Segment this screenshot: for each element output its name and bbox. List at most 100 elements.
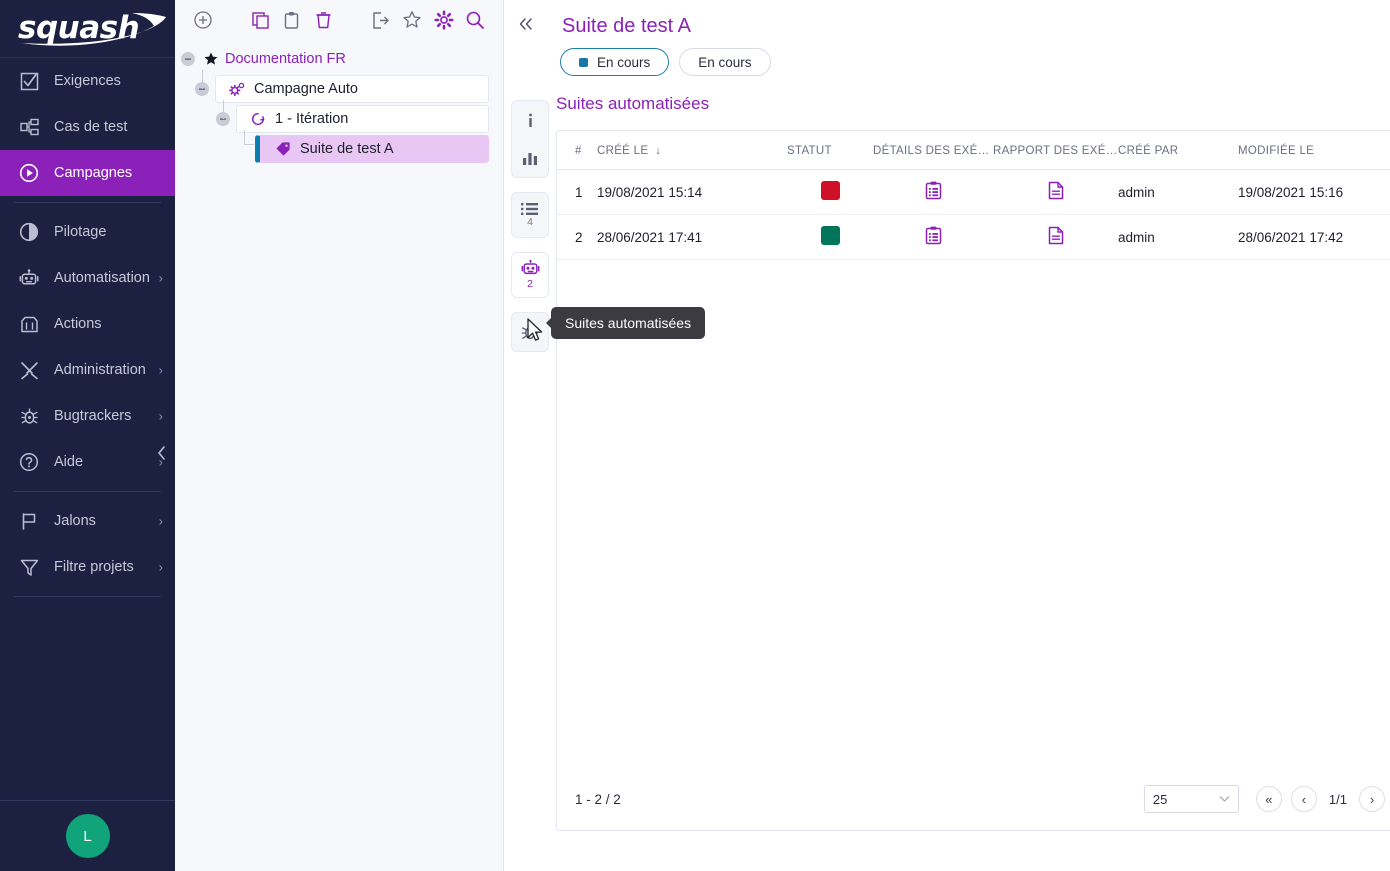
col-status[interactable]: STATUT xyxy=(787,131,873,170)
chevron-right-icon: › xyxy=(158,270,163,286)
sidebar-item-aide[interactable]: Aide › xyxy=(0,439,175,485)
tree-toggle-root[interactable]: − xyxy=(181,52,195,66)
delete-trash-icon-button[interactable] xyxy=(308,5,340,35)
main-content: Suite de test A En cours En cours 4 2 Su… xyxy=(504,0,1390,871)
tree-row[interactable]: − 1 - Itération xyxy=(175,100,503,134)
col-created-label: CRÉÉ LE xyxy=(597,145,649,157)
rail-button-test-list[interactable]: 4 xyxy=(512,193,548,237)
tree-root-row[interactable]: − Documentation FR xyxy=(175,44,503,74)
automated-robot-icon xyxy=(521,260,539,275)
next-page-button[interactable]: › xyxy=(1359,786,1385,812)
sidebar-nav-list: Exigences Cas de test Campagnes Pilotage Aut… xyxy=(0,58,175,597)
sidebar-item-label: Jalons xyxy=(54,513,96,529)
cell-modified: 19/08/2021 15:16 xyxy=(1238,169,1390,215)
sidebar-item-cas-de-test[interactable]: Cas de test xyxy=(0,104,175,150)
star-filled-icon xyxy=(203,51,219,67)
cell-status xyxy=(787,169,873,215)
app-root: squash Exigences Cas de test Campagnes Pilo… xyxy=(0,0,1390,871)
app-logo[interactable]: squash xyxy=(0,0,175,58)
sidebar-item-filtre-projets[interactable]: Filtre projets › xyxy=(0,544,175,590)
cell-details[interactable] xyxy=(873,214,993,260)
copy-icon-button[interactable] xyxy=(244,5,276,35)
table-row[interactable]: 1 19/08/2021 15:14 admin 19/08/2021 15:16 xyxy=(557,169,1390,215)
tree-row[interactable]: − Campagne Auto xyxy=(175,70,503,104)
sidebar-item-actions[interactable]: Actions xyxy=(0,301,175,347)
col-modified[interactable]: MODIFIÉE LE xyxy=(1238,131,1390,170)
chevron-left-icon xyxy=(157,446,165,460)
logo-text: squash xyxy=(18,9,140,46)
tree-node-campagne-auto[interactable]: Campagne Auto xyxy=(215,75,489,103)
star-icon xyxy=(403,11,421,28)
tree-connector xyxy=(223,100,224,119)
add-icon-button[interactable] xyxy=(187,5,219,35)
delete-trash-icon xyxy=(316,11,331,28)
search-icon-button[interactable] xyxy=(460,5,492,35)
col-author[interactable]: CRÉÉ PAR xyxy=(1118,131,1238,170)
status-dot-icon xyxy=(579,57,588,67)
tree-panel: − Documentation FR − Campagne Auto − 1 -… xyxy=(175,0,504,871)
sidebar-item-bugtrackers[interactable]: Bugtrackers › xyxy=(0,393,175,439)
sidebar-item-label: Cas de test xyxy=(54,119,128,135)
panel-collapse-button[interactable] xyxy=(518,16,546,36)
tree-row[interactable]: Suite de test A xyxy=(175,130,503,164)
sidebar-divider xyxy=(14,491,161,492)
sidebar-collapse-button[interactable] xyxy=(150,442,172,464)
sidebar-item-label: Campagnes xyxy=(54,165,133,181)
test-case-tree-icon xyxy=(16,116,42,138)
status-pill-secondary[interactable]: En cours xyxy=(679,48,771,76)
export-icon-button[interactable] xyxy=(365,5,397,35)
rail-count-automated: 2 xyxy=(527,278,533,291)
flag-icon xyxy=(16,510,42,532)
campaign-play-icon xyxy=(16,162,42,184)
actions-icon xyxy=(16,313,42,335)
col-num[interactable]: # xyxy=(557,131,597,170)
tree-node-iteration[interactable]: 1 - Itération xyxy=(236,105,489,133)
funnel-icon xyxy=(16,556,42,578)
col-details[interactable]: DÉTAILS DES EXÉCU... xyxy=(873,131,993,170)
sidebar-item-automatisation[interactable]: Automatisation › xyxy=(0,255,175,301)
rail-button-dashboard[interactable] xyxy=(512,139,548,177)
sort-desc-icon: ↓ xyxy=(651,145,662,157)
sidebar-item-administration[interactable]: Administration › xyxy=(0,347,175,393)
cell-report[interactable] xyxy=(993,169,1118,215)
sidebar-item-label: Automatisation xyxy=(54,270,150,286)
tree-node-suite-de-test-a[interactable]: Suite de test A xyxy=(255,135,489,163)
table-row[interactable]: 2 28/06/2021 17:41 admin 28/06/2021 17:42 xyxy=(557,214,1390,260)
col-created[interactable]: CRÉÉ LE ↓ xyxy=(597,131,787,170)
add-icon xyxy=(194,11,212,29)
bar-chart-icon xyxy=(523,152,537,165)
prev-page-button[interactable]: ‹ xyxy=(1290,786,1317,812)
cell-report[interactable] xyxy=(993,214,1118,260)
sidebar-divider xyxy=(14,596,161,597)
sidebar-item-jalons[interactable]: Jalons › xyxy=(0,498,175,544)
rail-group-automated: 2 xyxy=(511,252,549,298)
rail-button-automated-suites[interactable]: 2 xyxy=(512,253,548,297)
sidebar-item-exigences[interactable]: Exigences xyxy=(0,58,175,104)
col-report[interactable]: RAPPORT DES EXÉC... xyxy=(993,131,1118,170)
settings-gear-icon-button[interactable] xyxy=(428,5,460,35)
tree-node-label: 1 - Itération xyxy=(275,111,349,127)
sidebar-item-label: Actions xyxy=(54,316,102,332)
rail-button-info[interactable] xyxy=(512,101,548,139)
page-size-value: 25 xyxy=(1152,791,1168,807)
status-pill-execution[interactable]: En cours xyxy=(560,48,670,76)
star-icon-button[interactable] xyxy=(396,5,428,35)
sidebar-item-label: Bugtrackers xyxy=(54,408,132,424)
cell-details[interactable] xyxy=(873,169,993,215)
help-circle-icon xyxy=(16,451,42,473)
export-icon xyxy=(373,11,390,29)
rail-group-tests: 4 xyxy=(511,192,549,238)
cell-author: admin xyxy=(1118,214,1238,260)
sidebar-item-label: Aide xyxy=(54,454,84,470)
tree-connector xyxy=(202,70,203,89)
settings-gear-icon xyxy=(434,10,454,30)
sidebar-item-pilotage[interactable]: Pilotage xyxy=(0,209,175,255)
chevron-right-icon: › xyxy=(158,559,163,575)
avatar[interactable]: L xyxy=(65,814,110,858)
page-size-select[interactable]: 25 xyxy=(1143,785,1239,813)
left-sidebar: squash Exigences Cas de test Campagnes Pilo… xyxy=(0,0,175,871)
paste-clipboard-icon-button[interactable] xyxy=(276,5,308,35)
sidebar-item-campagnes[interactable]: Campagnes xyxy=(0,150,175,196)
first-page-button[interactable]: « xyxy=(1255,786,1282,812)
main-header: Suite de test A xyxy=(504,0,1390,52)
